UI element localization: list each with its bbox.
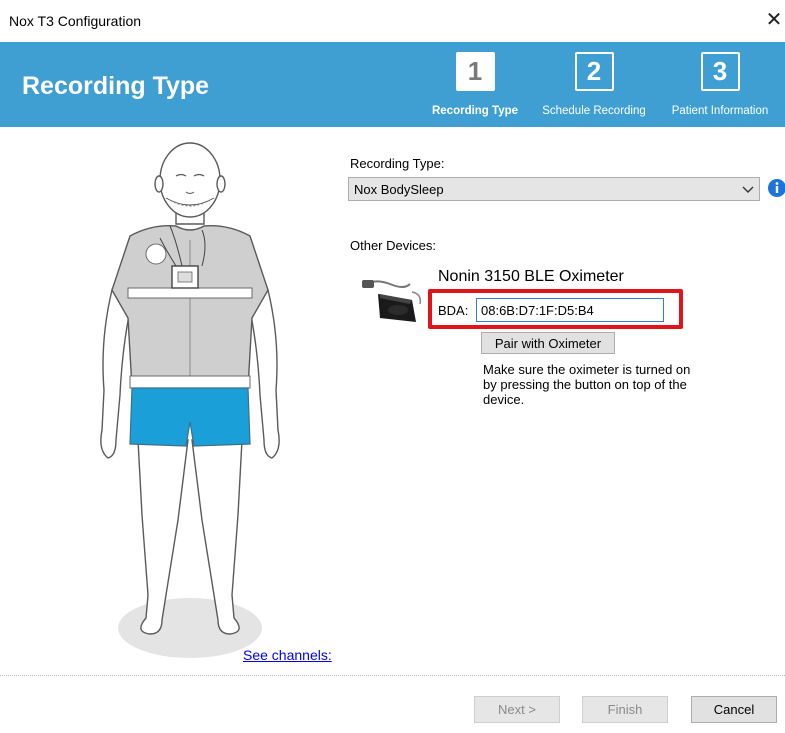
pair-oximeter-button[interactable]: Pair with Oximeter bbox=[481, 332, 615, 354]
step-label: Schedule Recording bbox=[542, 105, 646, 117]
close-icon[interactable]: ✕ bbox=[763, 8, 785, 32]
device-name: Nonin 3150 BLE Oximeter bbox=[438, 268, 624, 285]
step-schedule-recording: 2 Schedule Recording bbox=[532, 52, 656, 117]
step-number: 2 bbox=[574, 52, 614, 91]
footer-divider bbox=[0, 675, 785, 676]
finish-button[interactable]: Finish bbox=[582, 696, 668, 723]
step-label: Patient Information bbox=[671, 105, 769, 117]
recording-type-label: Recording Type: bbox=[350, 156, 445, 171]
next-button[interactable]: Next > bbox=[474, 696, 560, 723]
info-icon[interactable] bbox=[767, 178, 785, 198]
recording-type-value: Nox BodySleep bbox=[354, 182, 444, 197]
highlight-box bbox=[428, 289, 683, 329]
recording-type-select[interactable]: Nox BodySleep bbox=[348, 177, 760, 201]
oximeter-device-image bbox=[362, 280, 422, 322]
page-title: Recording Type bbox=[22, 72, 210, 100]
step-label: Recording Type bbox=[431, 105, 519, 117]
step-number: 3 bbox=[700, 52, 740, 91]
step-number: 1 bbox=[455, 52, 495, 91]
chevron-down-icon bbox=[742, 186, 754, 193]
step-recording-type: 1 Recording Type bbox=[425, 52, 525, 117]
step-patient-information: 3 Patient Information bbox=[660, 52, 780, 117]
see-channels-link[interactable]: See channels: bbox=[243, 647, 332, 663]
title-bar: Nox T3 Configuration ✕ bbox=[0, 0, 785, 42]
window-title: Nox T3 Configuration bbox=[9, 13, 142, 29]
pairing-hint: Make sure the oximeter is turned on by p… bbox=[483, 362, 691, 407]
cancel-button[interactable]: Cancel bbox=[691, 696, 777, 723]
wizard-header: Recording Type 1 Recording Type 2 Schedu… bbox=[0, 42, 785, 127]
body-figure-illustration bbox=[100, 142, 280, 658]
other-devices-label: Other Devices: bbox=[350, 238, 436, 253]
